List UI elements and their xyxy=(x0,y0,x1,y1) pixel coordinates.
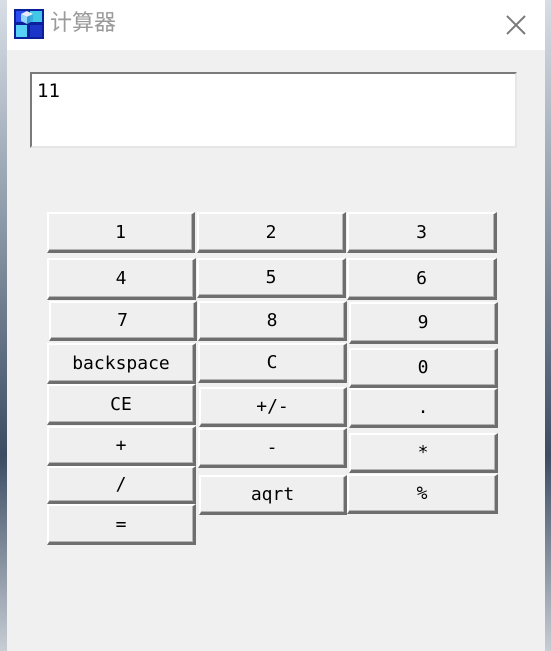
divide-button[interactable]: / xyxy=(47,466,196,504)
desktop-background-right xyxy=(545,0,551,651)
clear-entry-button[interactable]: CE xyxy=(47,384,196,425)
digit-0-button[interactable]: 0 xyxy=(349,348,498,388)
equals-button[interactable]: = xyxy=(47,504,196,545)
window-title: 计算器 xyxy=(50,11,117,36)
digit-8-button[interactable]: 8 xyxy=(198,301,347,341)
backspace-button[interactable]: backspace xyxy=(47,343,196,384)
digit-4-button[interactable]: 4 xyxy=(47,258,196,300)
calculator-window: 计算器 11 1 2 3 4 5 6 7 8 9 backspace C 0 C… xyxy=(7,0,545,651)
sqrt-button[interactable]: aqrt xyxy=(199,475,347,515)
plus-button[interactable]: + xyxy=(47,426,196,466)
digit-9-button[interactable]: 9 xyxy=(349,302,498,344)
close-icon[interactable] xyxy=(501,10,531,40)
digit-1-button[interactable]: 1 xyxy=(47,212,195,253)
display-value: 11 xyxy=(37,80,60,102)
digit-7-button[interactable]: 7 xyxy=(49,301,197,341)
digit-6-button[interactable]: 6 xyxy=(347,258,497,300)
title-bar[interactable]: 计算器 xyxy=(7,0,545,50)
digit-5-button[interactable]: 5 xyxy=(197,258,346,298)
sign-toggle-button[interactable]: +/- xyxy=(199,387,347,427)
minus-button[interactable]: - xyxy=(198,428,347,468)
percent-button[interactable]: % xyxy=(347,474,498,514)
multiply-button[interactable]: * xyxy=(349,433,498,473)
digit-3-button[interactable]: 3 xyxy=(347,212,497,253)
display-field[interactable]: 11 xyxy=(30,72,517,148)
digit-2-button[interactable]: 2 xyxy=(197,212,346,253)
clear-button[interactable]: C xyxy=(198,343,347,383)
calculator-cube-icon xyxy=(14,9,44,39)
decimal-button[interactable]: . xyxy=(349,388,498,428)
